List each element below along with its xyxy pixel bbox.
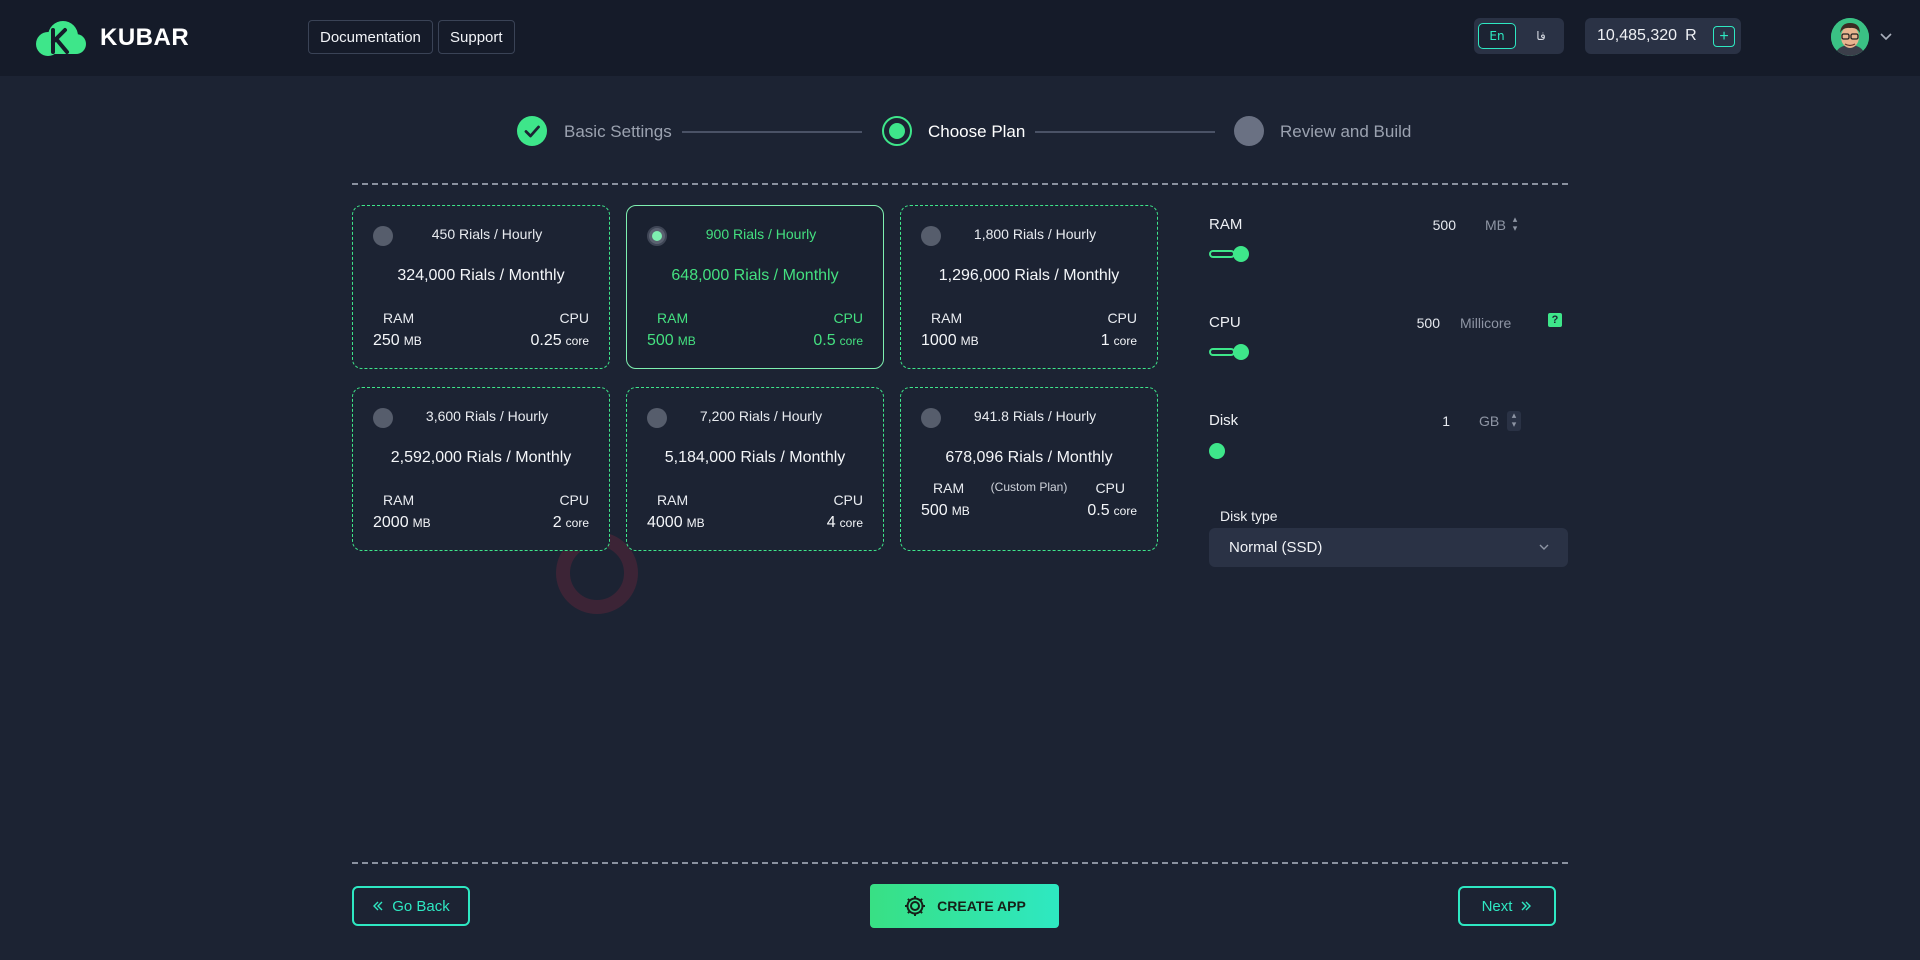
plan-ram-label: RAM bbox=[657, 310, 689, 326]
avatar-icon bbox=[1831, 18, 1869, 56]
wallet-balance: 10,485,320 R + bbox=[1585, 18, 1741, 54]
brand-logo[interactable]: KUBAR bbox=[36, 18, 189, 58]
divider-bottom bbox=[352, 862, 1568, 864]
cpu-value-input[interactable]: 500 bbox=[1390, 315, 1440, 331]
plan-hourly-price: 1,800 Rials / Hourly bbox=[973, 226, 1097, 242]
plan-hourly-price: 450 Rials / Hourly bbox=[431, 226, 543, 242]
plan-card[interactable]: 3,600 Rials / Hourly 2,592,000 Rials / M… bbox=[352, 387, 610, 551]
plan-monthly-price: 5,184,000 Rials / Monthly bbox=[664, 449, 846, 466]
balance-amount: 10,485,320 bbox=[1597, 27, 1678, 44]
go-back-label: Go Back bbox=[392, 897, 450, 915]
step-choose-plan: Choose Plan bbox=[928, 122, 1026, 141]
plan-ram-label: RAM bbox=[383, 492, 415, 508]
plan-ram-label: RAM bbox=[383, 310, 415, 326]
kubar-logo-icon bbox=[36, 21, 86, 56]
plan-cpu-value: 1 core bbox=[1100, 332, 1137, 349]
ram-slider[interactable] bbox=[1209, 250, 1235, 258]
plan-card[interactable]: 450 Rials / Hourly 324,000 Rials / Month… bbox=[352, 205, 610, 369]
cpu-slider[interactable] bbox=[1209, 348, 1235, 356]
language-fa-button[interactable]: فا bbox=[1522, 23, 1560, 49]
cpu-slider-label: CPU bbox=[1209, 314, 1241, 331]
top-header: KUBAR Documentation Support En فا 10,485… bbox=[0, 0, 1920, 76]
next-label: Next bbox=[1481, 897, 1513, 915]
disk-unit: GB bbox=[1479, 413, 1500, 429]
plan-monthly-price: 678,096 Rials / Monthly bbox=[945, 449, 1113, 466]
language-switcher: En فا bbox=[1474, 18, 1564, 54]
cpu-unit: Millicore bbox=[1460, 315, 1512, 331]
plan-hourly-price: 3,600 Rials / Hourly bbox=[425, 408, 549, 424]
double-chevron-right-icon bbox=[1521, 901, 1532, 911]
plan-cpu-value: 4 core bbox=[826, 514, 863, 531]
next-button[interactable]: Next bbox=[1458, 886, 1556, 926]
plan-monthly-price: 648,000 Rials / Monthly bbox=[671, 267, 839, 284]
plan-cpu-value: 0.5 core bbox=[813, 332, 863, 349]
plan-hourly-price: 7,200 Rials / Hourly bbox=[699, 408, 823, 424]
user-avatar[interactable] bbox=[1831, 18, 1869, 56]
plan-ram-value: 2000 MB bbox=[373, 514, 431, 531]
disk-slider-label: Disk bbox=[1209, 412, 1239, 429]
double-chevron-left-icon bbox=[373, 901, 383, 911]
plan-cpu-value: 2 core bbox=[552, 514, 589, 531]
plan-ram-value: 500 MB bbox=[921, 502, 970, 519]
plan-cpu-label: CPU bbox=[833, 492, 863, 508]
create-app-button[interactable]: CREATE APP bbox=[870, 884, 1059, 928]
plan-ram-value: 500 MB bbox=[647, 332, 696, 349]
plan-monthly-price: 2,592,000 Rials / Monthly bbox=[390, 449, 572, 466]
add-credit-button[interactable]: + bbox=[1713, 26, 1735, 47]
disk-value-input[interactable]: 1 bbox=[1400, 413, 1450, 429]
chevron-down-icon[interactable] bbox=[1879, 30, 1893, 42]
disk-type-label: Disk type bbox=[1220, 508, 1278, 524]
chevron-down-icon bbox=[1539, 544, 1549, 550]
gear-icon bbox=[905, 896, 926, 916]
plan-cpu-label: CPU bbox=[1107, 310, 1137, 326]
plan-ram-label: RAM bbox=[931, 310, 963, 326]
plan-card[interactable]: 1,800 Rials / Hourly 1,296,000 Rials / M… bbox=[900, 205, 1158, 369]
plan-card-custom[interactable]: 941.8 Rials / Hourly 678,096 Rials / Mon… bbox=[900, 387, 1158, 551]
plan-cpu-value: 0.25 core bbox=[530, 332, 589, 349]
ram-slider-label: RAM bbox=[1209, 216, 1243, 233]
plan-cpu-label: CPU bbox=[559, 492, 589, 508]
plan-card[interactable]: 7,200 Rials / Hourly 5,184,000 Rials / M… bbox=[626, 387, 884, 551]
disk-type-value: Normal (SSD) bbox=[1229, 539, 1323, 556]
plan-ram-value: 4000 MB bbox=[647, 514, 705, 531]
plan-cpu-value: 0.5 core bbox=[1087, 502, 1137, 519]
ram-value-input[interactable]: 500 bbox=[1406, 217, 1456, 233]
create-app-label: CREATE APP bbox=[937, 898, 1026, 914]
plan-card-selected[interactable]: 900 Rials / Hourly 648,000 Rials / Month… bbox=[626, 205, 884, 369]
step-connector bbox=[682, 131, 862, 133]
cpu-slider-thumb[interactable] bbox=[1232, 344, 1249, 360]
plan-hourly-price: 900 Rials / Hourly bbox=[705, 226, 817, 242]
plan-ram-value: 250 MB bbox=[373, 332, 422, 349]
plan-monthly-price: 324,000 Rials / Monthly bbox=[397, 267, 565, 284]
step-review-build: Review and Build bbox=[1280, 122, 1412, 141]
plan-cpu-label: CPU bbox=[833, 310, 863, 326]
go-back-button[interactable]: Go Back bbox=[352, 886, 470, 926]
ram-slider-thumb[interactable] bbox=[1232, 246, 1249, 262]
brand-name: KUBAR bbox=[100, 24, 190, 51]
step-connector bbox=[1035, 131, 1215, 133]
ram-stepper-icon[interactable]: ▴ ▾ bbox=[1508, 215, 1522, 235]
ram-unit: MB bbox=[1485, 217, 1506, 233]
plan-ram-label: RAM bbox=[933, 480, 965, 496]
language-en-button[interactable]: En bbox=[1478, 23, 1516, 49]
plan-cpu-label: CPU bbox=[559, 310, 589, 326]
disk-stepper-icon[interactable]: ▴ ▾ bbox=[1507, 411, 1521, 431]
step-done-check-icon bbox=[517, 116, 547, 146]
documentation-link[interactable]: Documentation bbox=[308, 20, 433, 54]
plan-cpu-label: CPU bbox=[1095, 480, 1125, 496]
balance-currency: R bbox=[1685, 27, 1697, 44]
divider-top bbox=[352, 183, 1568, 185]
progress-stepper: Basic Settings Choose Plan Review and Bu… bbox=[0, 116, 1920, 150]
plan-ram-label: RAM bbox=[657, 492, 689, 508]
plan-monthly-price: 1,296,000 Rials / Monthly bbox=[938, 267, 1120, 284]
step-current-icon bbox=[882, 116, 912, 146]
plan-ram-value: 1000 MB bbox=[921, 332, 979, 349]
plan-hourly-price: 941.8 Rials / Hourly bbox=[973, 408, 1097, 424]
step-pending-icon bbox=[1234, 116, 1264, 146]
disk-slider-thumb[interactable] bbox=[1209, 443, 1225, 459]
help-icon[interactable]: ? bbox=[1548, 313, 1562, 327]
disk-type-select[interactable]: Normal (SSD) bbox=[1209, 528, 1568, 567]
support-link[interactable]: Support bbox=[438, 20, 515, 54]
step-basic-settings: Basic Settings bbox=[564, 122, 672, 141]
